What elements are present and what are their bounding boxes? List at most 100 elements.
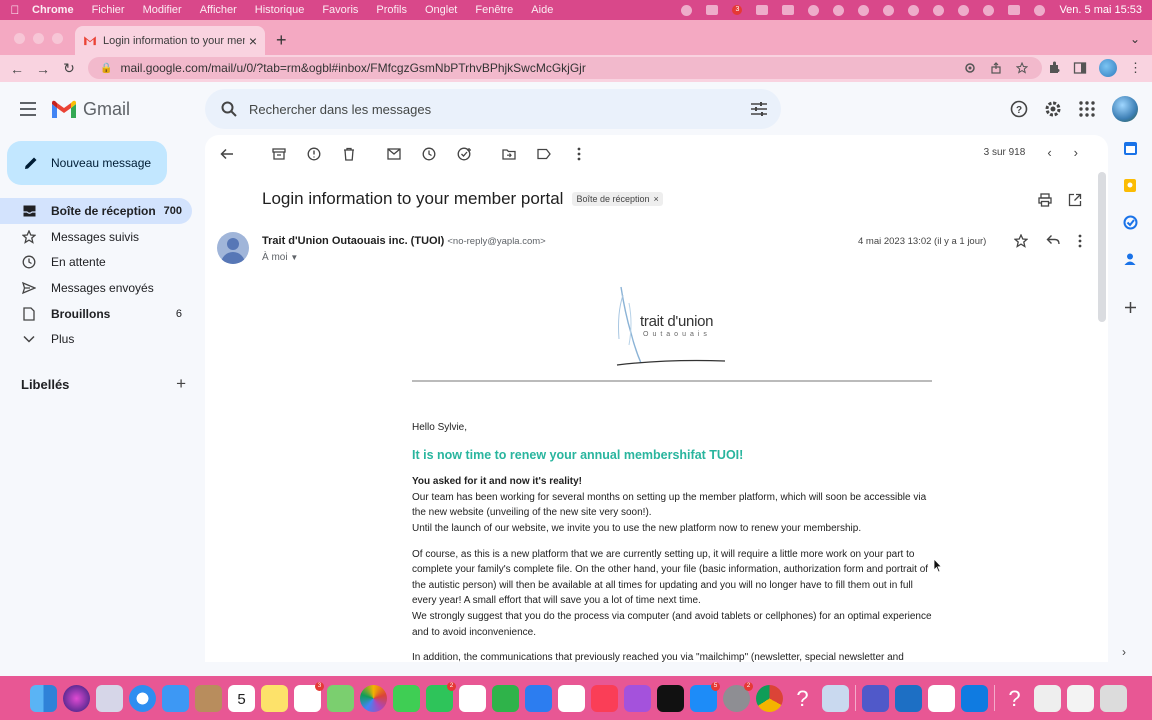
dock-appstore-icon[interactable]: 5 xyxy=(690,681,720,712)
search-options-icon[interactable] xyxy=(751,102,767,116)
settings-gear-icon[interactable] xyxy=(1044,100,1062,118)
share-icon[interactable] xyxy=(990,62,1002,74)
more-actions-icon[interactable] xyxy=(571,146,587,162)
dock-launchpad-icon[interactable] xyxy=(96,684,123,712)
mic-icon[interactable] xyxy=(681,4,693,16)
dock-preview-icon[interactable] xyxy=(822,684,849,712)
close-window-button[interactable] xyxy=(14,33,25,44)
chrome-menu-icon[interactable]: ⋮ xyxy=(1129,60,1142,76)
extensions-icon[interactable] xyxy=(1047,61,1061,75)
browser-tab[interactable]: Login information to your mem × xyxy=(75,26,265,55)
print-icon[interactable] xyxy=(1038,193,1052,207)
dock-numbers-icon[interactable] xyxy=(492,684,519,712)
dock-vscode-icon[interactable] xyxy=(895,684,922,712)
menu-modifier[interactable]: Modifier xyxy=(143,4,191,16)
dock-freeform-icon[interactable] xyxy=(459,684,486,712)
dock-tv-icon[interactable] xyxy=(657,684,684,712)
sender-name[interactable]: Trait d'Union Outaouais inc. (TUOI) xyxy=(262,235,444,247)
tab-search-chevron-icon[interactable]: ⌄ xyxy=(1130,32,1140,46)
sidebar-item-sent[interactable]: Messages envoyés xyxy=(0,275,192,301)
dock-calendar-icon[interactable]: 5 xyxy=(228,684,255,712)
sidebar-item-drafts[interactable]: Brouillons 6 xyxy=(0,301,192,327)
search-bar[interactable]: Rechercher dans les messages xyxy=(205,89,781,129)
calendar-icon[interactable] xyxy=(1122,140,1138,156)
address-bar[interactable]: 🔒 mail.google.com/mail/u/0/?tab=rm&ogbl#… xyxy=(88,57,1042,79)
forward-icon[interactable]: → xyxy=(30,61,56,77)
menu-favoris[interactable]: Favoris xyxy=(322,4,367,16)
star-message-icon[interactable] xyxy=(1014,234,1028,248)
view-icon[interactable] xyxy=(964,62,976,74)
control-center-icon[interactable] xyxy=(1008,5,1021,15)
dock-onedrive-icon[interactable] xyxy=(961,684,988,712)
inbox-label-chip[interactable]: Boîte de réception × xyxy=(572,192,663,206)
dock-photos-icon[interactable] xyxy=(360,684,387,712)
minimize-window-button[interactable] xyxy=(33,33,44,44)
dock-notes-icon[interactable] xyxy=(261,684,288,712)
report-spam-icon[interactable] xyxy=(306,146,322,162)
hd-icon[interactable] xyxy=(782,5,795,15)
sync-icon[interactable] xyxy=(808,4,820,16)
recipient-details-chevron-icon[interactable]: ▼ xyxy=(290,253,298,262)
move-to-icon[interactable] xyxy=(501,146,517,162)
sidebar-item-more[interactable]: Plus xyxy=(0,326,192,352)
dock-help-icon[interactable]: ? xyxy=(789,685,816,712)
menu-aide[interactable]: Aide xyxy=(531,4,562,16)
contacts-icon[interactable] xyxy=(1122,251,1138,267)
get-addons-plus-icon[interactable] xyxy=(1122,299,1138,315)
side-panel-icon[interactable] xyxy=(1073,61,1087,75)
reload-icon[interactable]: ↻ xyxy=(56,60,82,77)
compose-button[interactable]: Nouveau message xyxy=(7,141,167,185)
add-task-icon[interactable] xyxy=(456,146,472,162)
dock-podcasts-icon[interactable] xyxy=(624,684,651,712)
gmail-logo[interactable]: Gmail xyxy=(51,99,130,120)
back-icon[interactable]: ← xyxy=(4,61,30,77)
sidebar-item-starred[interactable]: Messages suivis xyxy=(0,224,192,250)
menu-historique[interactable]: Historique xyxy=(255,4,314,16)
newer-chevron-icon[interactable]: › xyxy=(1074,145,1078,160)
menu-profils[interactable]: Profils xyxy=(376,4,416,16)
notification-badge[interactable]: 3 xyxy=(732,5,743,15)
sidebar-item-inbox[interactable]: Boîte de réception 700 xyxy=(0,198,192,224)
grid-status-icon[interactable] xyxy=(756,5,769,15)
back-to-inbox-icon[interactable] xyxy=(219,146,235,162)
zoom-window-button[interactable] xyxy=(52,33,63,44)
recipient-line[interactable]: À moi ▼ xyxy=(262,252,298,263)
dock-screenshot-icon[interactable] xyxy=(1034,684,1061,712)
user-icon[interactable] xyxy=(958,4,970,16)
dock-music-icon[interactable] xyxy=(591,684,618,712)
add-label-button[interactable]: + xyxy=(176,374,186,394)
close-tab-icon[interactable]: × xyxy=(249,33,257,49)
dock-keynote-icon[interactable] xyxy=(525,684,552,712)
cloud-icon[interactable] xyxy=(706,5,719,15)
dock-reminders-icon[interactable]: 3 xyxy=(294,681,324,712)
label-tag-icon[interactable] xyxy=(536,146,552,162)
menu-fenetre[interactable]: Fenêtre xyxy=(475,4,522,16)
sender-avatar[interactable] xyxy=(217,232,249,264)
spotlight-icon[interactable] xyxy=(983,4,995,16)
sidebar-item-snoozed[interactable]: En attente xyxy=(0,249,192,275)
dock-safari-icon[interactable] xyxy=(129,684,156,712)
menu-onglet[interactable]: Onglet xyxy=(425,4,466,16)
dock-siri-icon[interactable] xyxy=(63,684,90,712)
message-more-icon[interactable] xyxy=(1078,234,1082,248)
search-input[interactable]: Rechercher dans les messages xyxy=(249,102,751,117)
dock-teams-icon[interactable] xyxy=(862,684,889,712)
dock-news-icon[interactable] xyxy=(558,684,585,712)
archive-icon[interactable] xyxy=(271,146,287,162)
tasks-icon[interactable] xyxy=(1122,214,1138,230)
dock-facetime-icon[interactable]: 2 xyxy=(426,681,456,712)
bluetooth-icon[interactable] xyxy=(883,4,895,16)
dock-contacts-icon[interactable] xyxy=(195,684,222,712)
remove-label-icon[interactable]: × xyxy=(654,194,659,204)
dock-help-2-icon[interactable]: ? xyxy=(1001,685,1028,712)
mark-unread-icon[interactable] xyxy=(386,146,402,162)
older-chevron-icon[interactable]: ‹ xyxy=(1047,145,1051,160)
bookmark-star-icon[interactable] xyxy=(1016,62,1028,74)
play-icon[interactable] xyxy=(858,4,870,16)
lock-icon[interactable]: 🔒 xyxy=(100,63,112,74)
siri-icon[interactable] xyxy=(1034,4,1046,16)
snooze-clock-icon[interactable] xyxy=(421,146,437,162)
email-scrollbar[interactable] xyxy=(1098,172,1106,322)
dock-slack-icon[interactable] xyxy=(928,684,955,712)
delete-icon[interactable] xyxy=(341,146,357,162)
